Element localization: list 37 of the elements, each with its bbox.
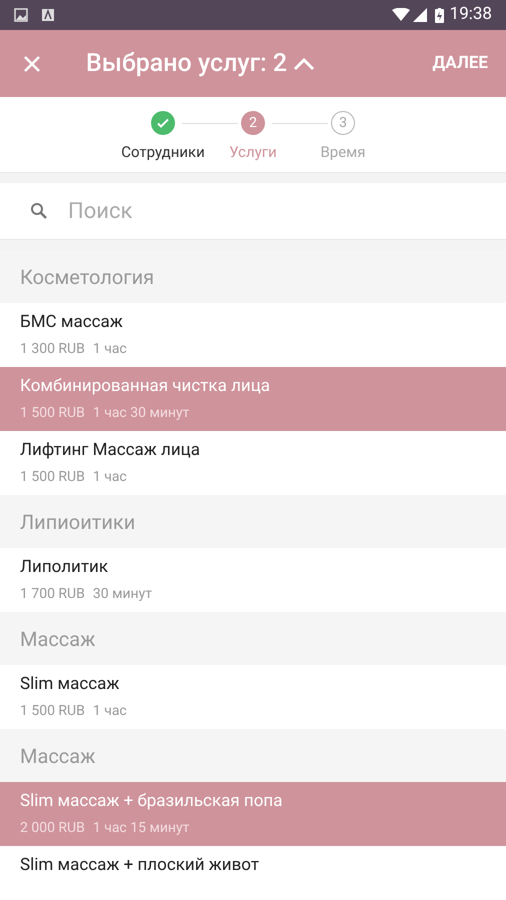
service-name: Комбинированная чистка лица	[20, 375, 272, 397]
battery-icon	[434, 8, 444, 22]
step-label: Услуги	[229, 142, 277, 163]
section-header: Массаж	[0, 729, 506, 782]
service-duration: 1 час	[92, 340, 127, 358]
step-number: 3	[331, 111, 355, 135]
chevron-up-icon	[293, 56, 316, 70]
service-name: Липолитик	[20, 556, 110, 578]
service-duration: 1 час	[92, 702, 127, 720]
service-name: Slim массаж	[20, 673, 120, 695]
service-price: 1 700 RUB	[20, 585, 85, 603]
wifi-icon	[392, 8, 410, 22]
service-price: 1 500 RUB	[20, 702, 85, 720]
service-name: Лифтинг Массаж лица	[20, 439, 202, 461]
service-name: БМС массаж	[20, 311, 124, 333]
service-duration: 1 час	[92, 468, 127, 486]
app-icon	[41, 8, 55, 22]
step-label: Время	[320, 142, 366, 163]
service-name: Slim массаж + плоский живот	[20, 854, 260, 876]
search-icon	[30, 202, 48, 220]
service-price: 1 300 RUB	[20, 340, 85, 358]
service-price: 2 000 RUB	[20, 819, 85, 837]
step-number: 2	[241, 111, 265, 135]
section-header: Массаж	[0, 612, 506, 665]
step-label: Сотрудники	[121, 142, 205, 163]
section-header: Липиоитики	[0, 495, 506, 548]
service-name: Slim массаж + бразильская попа	[20, 790, 284, 812]
service-duration: 1 час 15 минут	[92, 819, 190, 837]
service-price: 1 500 RUB	[20, 404, 85, 422]
service-duration: 30 минут	[92, 585, 152, 603]
signal-icon	[412, 8, 427, 22]
clock: 19:38	[450, 3, 492, 26]
image-icon	[14, 8, 28, 22]
search-field[interactable]: Поиск	[68, 194, 476, 228]
section-header: Косметология	[0, 250, 506, 303]
service-price: 1 500 RUB	[20, 468, 85, 486]
service-duration: 1 час 30 минут	[92, 404, 190, 422]
